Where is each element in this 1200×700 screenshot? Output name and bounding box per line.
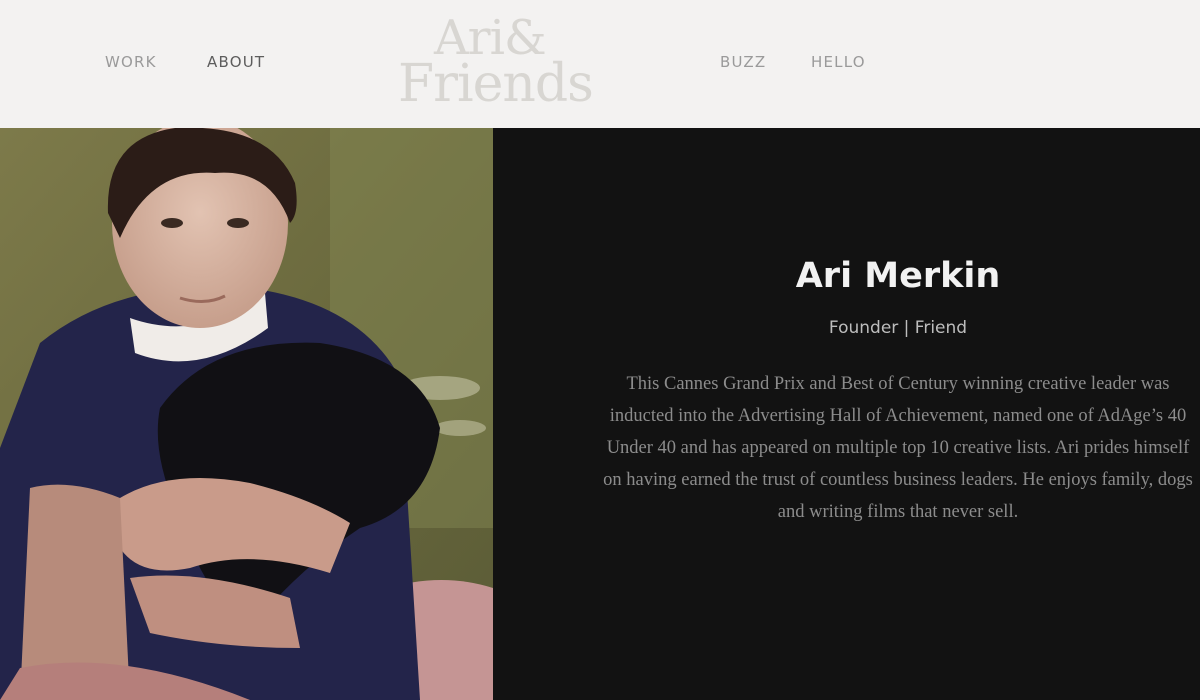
logo-line-2: Friends — [398, 54, 594, 114]
nav-buzz-link[interactable]: BUZZ — [720, 53, 766, 71]
profile-role: Founder | Friend — [828, 318, 968, 338]
profile-name: Ari Merkin — [795, 256, 1001, 296]
profile-photo — [0, 128, 493, 700]
nav-about-link[interactable]: ABOUT — [207, 53, 265, 71]
nav-hello-link[interactable]: HELLO — [811, 53, 866, 71]
site-header: WORK ABOUT Ari& Friends BUZZ HELLO — [0, 0, 1200, 128]
photo-illustration — [0, 128, 493, 700]
profile-bio: This Cannes Grand Prix and Best of Centu… — [603, 374, 1193, 522]
nav-work-link[interactable]: WORK — [105, 53, 157, 71]
bio-panel: Ari Merkin Founder | Friend This Cannes … — [493, 128, 1200, 700]
site-logo[interactable]: Ari& Friends — [398, 14, 594, 114]
